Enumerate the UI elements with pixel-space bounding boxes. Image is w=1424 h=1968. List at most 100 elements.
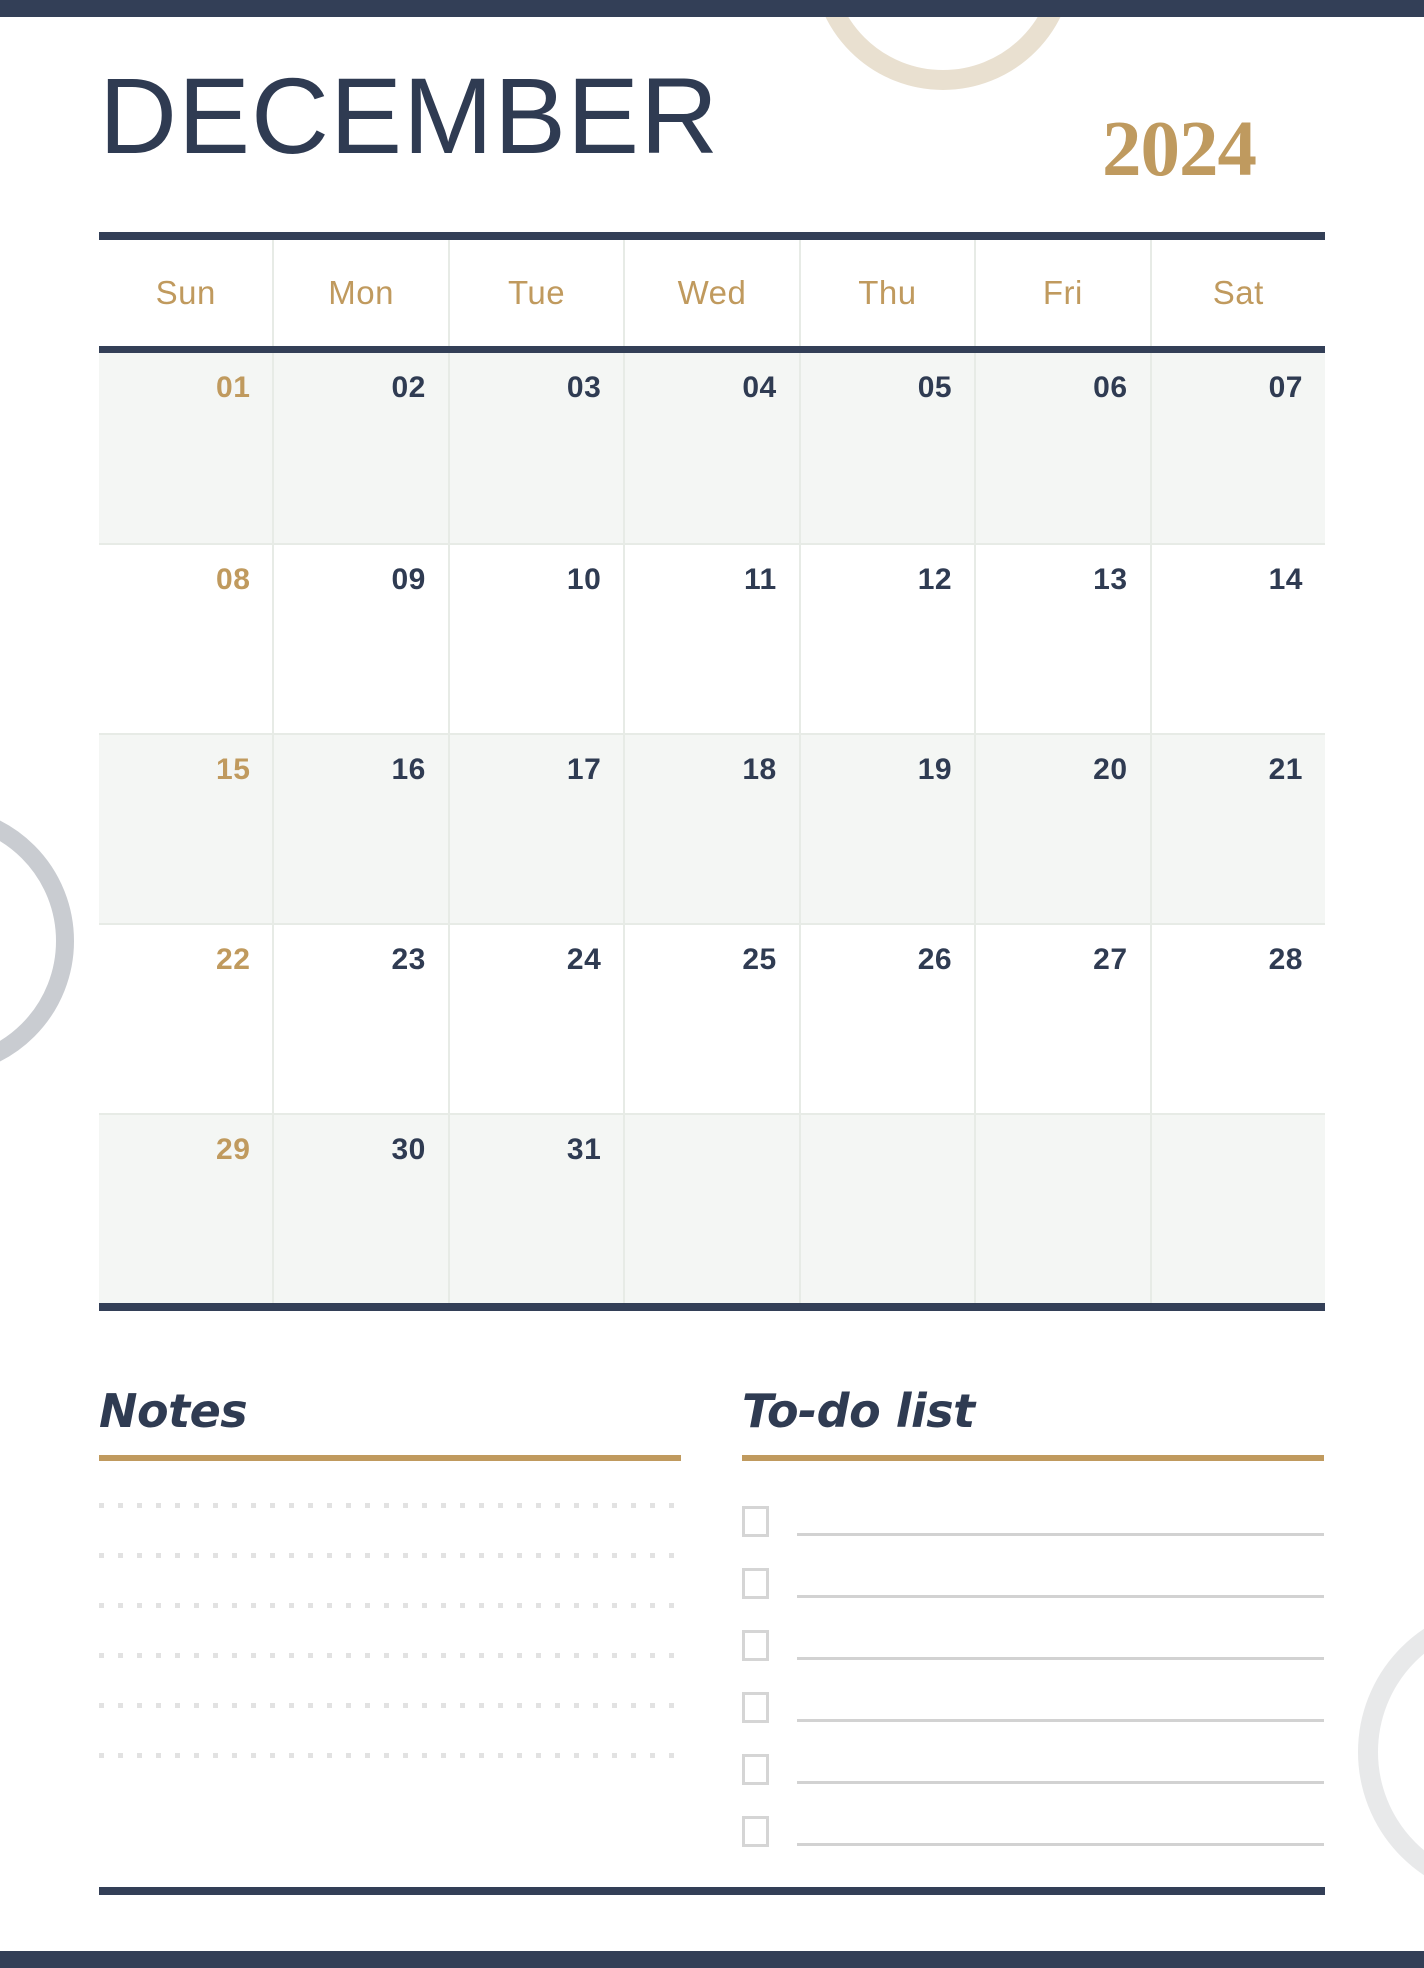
weekday-header-mon: Mon — [274, 240, 450, 346]
circle-decoration-left — [0, 806, 74, 1076]
calendar-day-cell[interactable]: 13 — [976, 545, 1152, 733]
year-label: 2024 — [1102, 106, 1257, 193]
calendar-day-cell[interactable]: 12 — [801, 545, 977, 733]
bottom-border-bar — [0, 1951, 1424, 1968]
calendar-day-cell[interactable]: 02 — [274, 353, 450, 543]
day-number: 01 — [216, 371, 251, 404]
day-number: 31 — [566, 1133, 602, 1166]
todo-write-line[interactable] — [797, 1781, 1324, 1784]
calendar-day-cell[interactable]: 06 — [976, 353, 1152, 543]
day-number: 05 — [917, 371, 953, 404]
notes-writing-area[interactable] — [99, 1503, 681, 1758]
day-number: 02 — [391, 371, 426, 404]
calendar-day-cell-empty — [801, 1115, 977, 1303]
top-border-bar — [0, 0, 1424, 17]
calendar-day-cell[interactable]: 21 — [1152, 735, 1325, 923]
calendar-day-cell[interactable]: 05 — [801, 353, 977, 543]
notes-dotted-line[interactable] — [99, 1553, 681, 1558]
notes-dotted-line[interactable] — [99, 1503, 681, 1508]
day-number: 19 — [917, 753, 953, 786]
calendar-day-cell[interactable]: 23 — [274, 925, 450, 1113]
todo-title: To-do list — [742, 1384, 975, 1438]
calendar-day-cell[interactable]: 15 — [99, 735, 275, 923]
day-number: 13 — [1093, 563, 1128, 596]
calendar-day-cell[interactable]: 27 — [976, 925, 1152, 1113]
notes-dotted-line[interactable] — [99, 1703, 681, 1708]
calendar-day-cell[interactable]: 08 — [99, 545, 275, 733]
calendar-day-cell[interactable]: 25 — [625, 925, 801, 1113]
grid-top-rule — [99, 232, 1325, 240]
day-number: 17 — [566, 753, 602, 786]
calendar-day-cell[interactable]: 18 — [625, 735, 801, 923]
todo-item-row — [742, 1801, 1324, 1851]
calendar-day-cell[interactable]: 20 — [976, 735, 1152, 923]
footer-rule — [99, 1887, 1325, 1895]
notes-panel: Notes — [99, 1383, 681, 1863]
notes-dotted-line[interactable] — [99, 1753, 681, 1758]
calendar-day-cell[interactable]: 04 — [625, 353, 801, 543]
todo-item-row — [742, 1553, 1324, 1603]
checkbox-icon[interactable] — [742, 1630, 769, 1661]
day-number: 12 — [917, 563, 953, 596]
day-number: 24 — [566, 943, 602, 976]
day-number: 09 — [391, 563, 426, 596]
todo-write-line[interactable] — [797, 1533, 1324, 1536]
day-number: 10 — [566, 563, 602, 596]
calendar-header: DECEMBER 2024 — [0, 52, 1424, 193]
notes-dotted-line[interactable] — [99, 1653, 681, 1658]
todo-write-line[interactable] — [797, 1657, 1324, 1660]
day-number: 30 — [391, 1133, 426, 1166]
calendar-day-cell[interactable]: 11 — [625, 545, 801, 733]
calendar-day-cell-empty — [976, 1115, 1152, 1303]
calendar-day-cell[interactable]: 30 — [274, 1115, 450, 1303]
day-number: 27 — [1093, 943, 1128, 976]
calendar-day-cell[interactable]: 09 — [274, 545, 450, 733]
day-number: 03 — [566, 371, 602, 404]
checkbox-icon[interactable] — [742, 1816, 769, 1847]
calendar-day-cell[interactable]: 03 — [450, 353, 626, 543]
grid-bottom-rule — [99, 1303, 1325, 1311]
calendar-day-cell[interactable]: 10 — [450, 545, 626, 733]
calendar-day-cell[interactable]: 01 — [99, 353, 275, 543]
weekday-header-fri: Fri — [976, 240, 1152, 346]
calendar-day-cell[interactable]: 26 — [801, 925, 977, 1113]
day-number: 23 — [391, 943, 426, 976]
weekday-header-sun: Sun — [99, 240, 275, 346]
todo-item-row — [742, 1491, 1324, 1541]
todo-item-row — [742, 1739, 1324, 1789]
todo-items-area — [742, 1491, 1324, 1851]
weekday-header-sat: Sat — [1212, 274, 1264, 311]
weekday-header-row: Sun Mon Tue Wed Thu Fri Sat — [99, 240, 1325, 346]
calendar-day-cell[interactable]: 14 — [1152, 545, 1325, 733]
day-number: 15 — [216, 753, 251, 786]
calendar-day-cell[interactable]: 16 — [274, 735, 450, 923]
day-number: 18 — [742, 753, 777, 786]
day-number: 08 — [216, 563, 251, 596]
calendar-day-cell[interactable]: 31 — [450, 1115, 626, 1303]
notes-dotted-line[interactable] — [99, 1603, 681, 1608]
todo-write-line[interactable] — [797, 1719, 1324, 1722]
day-number: 28 — [1268, 943, 1303, 976]
calendar-day-cell[interactable]: 17 — [450, 735, 626, 923]
calendar-day-cell[interactable]: 07 — [1152, 353, 1325, 543]
weekday-header-wed: Wed — [625, 240, 801, 346]
checkbox-icon[interactable] — [742, 1568, 769, 1599]
weekday-header-thu: Thu — [801, 240, 977, 346]
calendar-day-cell[interactable]: 28 — [1152, 925, 1325, 1113]
todo-underline — [742, 1455, 1324, 1461]
checkbox-icon[interactable] — [742, 1754, 769, 1785]
calendar-day-cell[interactable]: 29 — [99, 1115, 275, 1303]
todo-write-line[interactable] — [797, 1595, 1324, 1598]
day-number: 14 — [1268, 563, 1303, 596]
calendar-day-cell[interactable]: 22 — [99, 925, 275, 1113]
checkbox-icon[interactable] — [742, 1692, 769, 1723]
todo-write-line[interactable] — [797, 1843, 1324, 1846]
day-number: 11 — [743, 563, 777, 596]
checkbox-icon[interactable] — [742, 1506, 769, 1537]
calendar-day-cell[interactable]: 19 — [801, 735, 977, 923]
todo-item-row — [742, 1677, 1324, 1727]
notes-title: Notes — [99, 1384, 248, 1438]
day-number: 21 — [1268, 753, 1303, 786]
calendar-day-cell[interactable]: 24 — [450, 925, 626, 1113]
day-number: 16 — [391, 753, 426, 786]
